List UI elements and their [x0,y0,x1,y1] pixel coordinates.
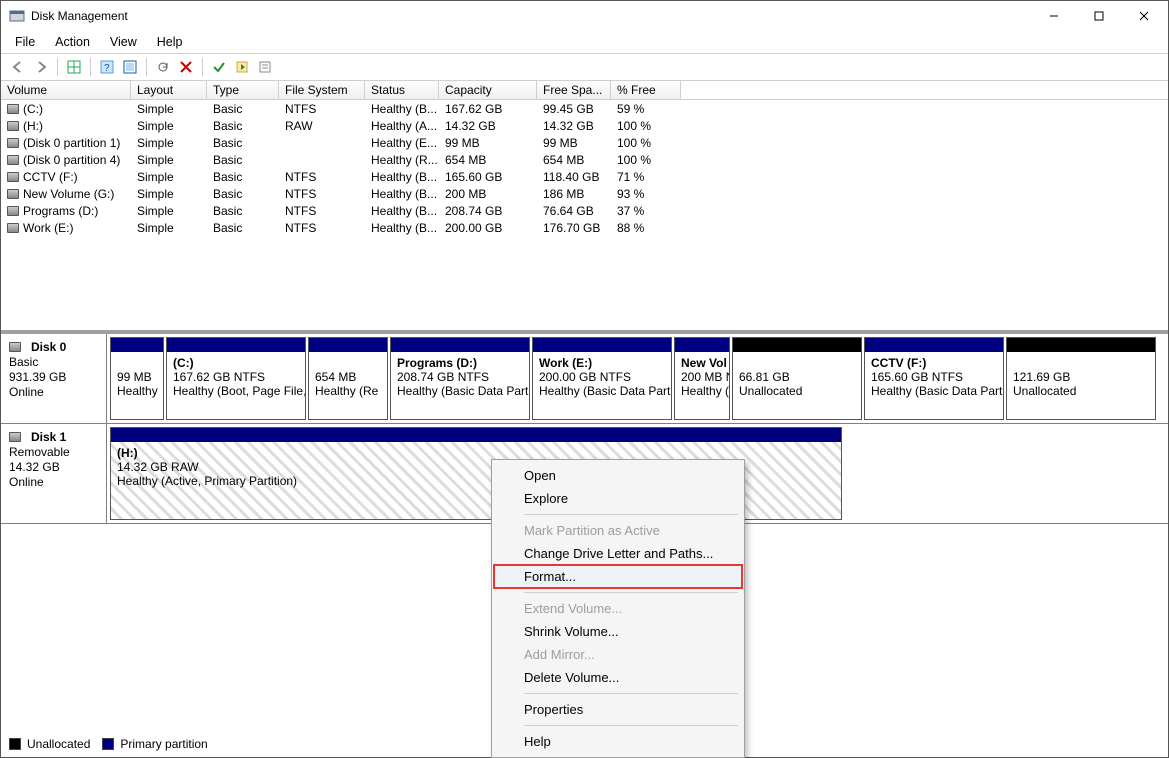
context-properties[interactable]: Properties [494,698,742,721]
menu-view[interactable]: View [100,33,147,51]
disk0-size: 931.39 GB [9,370,98,384]
disk-icon [9,342,21,352]
col-status[interactable]: Status [365,81,439,99]
properties-icon[interactable] [254,56,276,78]
close-button[interactable] [1121,1,1166,31]
volume-row[interactable]: Work (E:)SimpleBasicNTFSHealthy (B...200… [1,219,1168,236]
grid-icon[interactable] [63,56,85,78]
disk0-status: Online [9,385,98,399]
disk1-label[interactable]: Disk 1 Removable 14.32 GB Online [1,424,107,523]
col-free[interactable]: Free Spa... [537,81,611,99]
context-delete-volume[interactable]: Delete Volume... [494,666,742,689]
context-explore[interactable]: Explore [494,487,742,510]
disk0-partition[interactable]: New Vol200 MB NHealthy ( [674,337,730,420]
legend-unallocated: Unallocated [27,737,90,751]
partition-title: (H:) [117,446,835,460]
disk0-partition[interactable]: Work (E:)200.00 GB NTFSHealthy (Basic Da… [532,337,672,420]
volume-row[interactable]: CCTV (F:)SimpleBasicNTFSHealthy (B...165… [1,168,1168,185]
disk1-size: 14.32 GB [9,460,98,474]
volume-list-header: Volume Layout Type File System Status Ca… [1,81,1168,100]
context-add-mirror: Add Mirror... [494,643,742,666]
menu-bar: File Action View Help [1,31,1168,53]
toolbar: ? [1,53,1168,81]
disk1-status: Online [9,475,98,489]
volume-row[interactable]: (Disk 0 partition 4)SimpleBasicHealthy (… [1,151,1168,168]
window-title: Disk Management [31,9,1031,23]
reload-icon[interactable] [231,56,253,78]
menu-action[interactable]: Action [45,33,100,51]
context-change-drive-letter[interactable]: Change Drive Letter and Paths... [494,542,742,565]
disk0-type: Basic [9,355,98,369]
context-help[interactable]: Help [494,730,742,753]
context-menu: Open Explore Mark Partition as Active Ch… [491,459,745,758]
forward-icon[interactable] [30,56,52,78]
volume-row[interactable]: (H:)SimpleBasicRAWHealthy (A...14.32 GB1… [1,117,1168,134]
volume-list[interactable]: Volume Layout Type File System Status Ca… [1,81,1168,331]
disk1-name: Disk 1 [31,430,66,444]
menu-file[interactable]: File [5,33,45,51]
context-extend-volume: Extend Volume... [494,597,742,620]
volume-row[interactable]: Programs (D:)SimpleBasicNTFSHealthy (B..… [1,202,1168,219]
disk0-partition[interactable]: Programs (D:)208.74 GB NTFSHealthy (Basi… [390,337,530,420]
disk0-partition[interactable]: (C:)167.62 GB NTFSHealthy (Boot, Page Fi… [166,337,306,420]
context-open[interactable]: Open [494,464,742,487]
legend: Unallocated Primary partition [9,737,208,751]
disk0-partition[interactable]: 66.81 GBUnallocated [732,337,862,420]
settings-icon[interactable] [119,56,141,78]
disk0-partition[interactable]: 654 MBHealthy (Re [308,337,388,420]
col-pctfree[interactable]: % Free [611,81,681,99]
col-filesystem[interactable]: File System [279,81,365,99]
volume-row[interactable]: New Volume (G:)SimpleBasicNTFSHealthy (B… [1,185,1168,202]
svg-text:?: ? [104,63,110,74]
app-icon [9,8,25,24]
delete-icon[interactable] [175,56,197,78]
menu-help[interactable]: Help [147,33,193,51]
disk-row-0: Disk 0 Basic 931.39 GB Online 99 MBHealt… [1,334,1168,424]
col-volume[interactable]: Volume [1,81,131,99]
partition-bar [111,428,841,442]
check-icon[interactable] [208,56,230,78]
refresh-icon[interactable] [152,56,174,78]
disk0-label[interactable]: Disk 0 Basic 931.39 GB Online [1,334,107,423]
disk0-partition[interactable]: 99 MBHealthy [110,337,164,420]
swatch-primary [102,738,114,750]
context-mark-active: Mark Partition as Active [494,519,742,542]
col-type[interactable]: Type [207,81,279,99]
back-icon[interactable] [7,56,29,78]
help-icon[interactable]: ? [96,56,118,78]
disk1-type: Removable [9,445,98,459]
minimize-button[interactable] [1031,1,1076,31]
col-capacity[interactable]: Capacity [439,81,537,99]
maximize-button[interactable] [1076,1,1121,31]
disk0-partition[interactable]: 121.69 GBUnallocated [1006,337,1156,420]
swatch-unallocated [9,738,21,750]
disk-icon [9,432,21,442]
col-layout[interactable]: Layout [131,81,207,99]
disk0-name: Disk 0 [31,340,66,354]
volume-row[interactable]: (Disk 0 partition 1)SimpleBasicHealthy (… [1,134,1168,151]
legend-primary: Primary partition [120,737,207,751]
disk0-partition[interactable]: CCTV (F:)165.60 GB NTFSHealthy (Basic Da… [864,337,1004,420]
title-bar: Disk Management [1,1,1168,31]
context-shrink-volume[interactable]: Shrink Volume... [494,620,742,643]
context-format[interactable]: Format... [494,565,742,588]
volume-row[interactable]: (C:)SimpleBasicNTFSHealthy (B...167.62 G… [1,100,1168,117]
